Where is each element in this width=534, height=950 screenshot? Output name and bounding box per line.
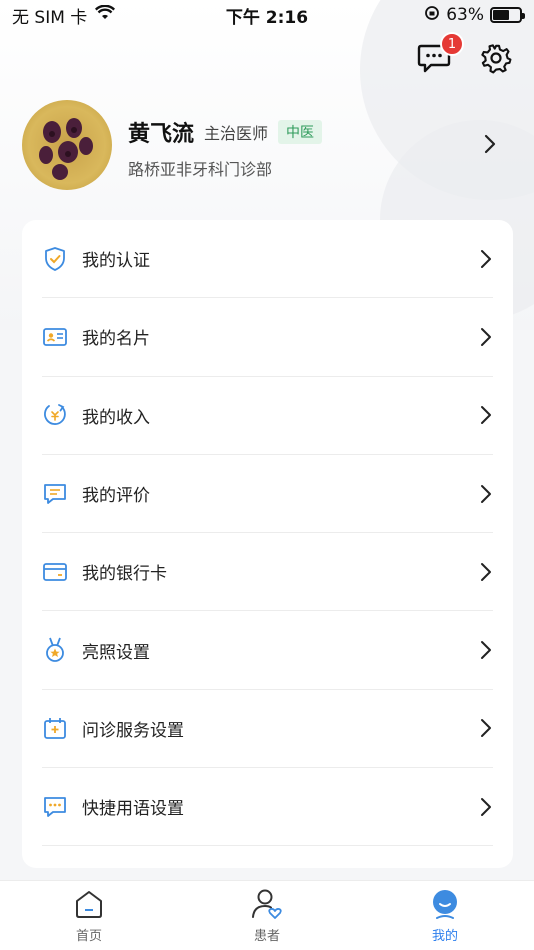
carrier-label: 无 SIM 卡: [12, 7, 88, 28]
menu-item-reviews[interactable]: 我的评价: [42, 455, 493, 534]
id-card-icon: [42, 324, 68, 350]
chevron-right-icon: [481, 719, 491, 738]
menu-item-consult-service-settings[interactable]: 问诊服务设置: [42, 690, 493, 769]
menu-card: 我的认证 我的名片 我的收入 我的评价 我的银行卡 亮照设置 问诊服务设置 快捷…: [22, 220, 513, 868]
tab-label: 我的: [431, 929, 458, 944]
chevron-right-icon: [481, 327, 491, 346]
specialty-tag: 中医: [278, 120, 323, 144]
clinic-name: 路桥亚非牙科门诊部: [128, 160, 273, 179]
chevron-right-icon: [481, 406, 491, 425]
chevron-right-icon: [481, 249, 491, 268]
tab-label: 首页: [75, 929, 102, 944]
menu-item-income[interactable]: 我的收入: [42, 377, 493, 455]
consult-service-icon: [42, 715, 68, 741]
menu-item-quick-phrase-settings[interactable]: 快捷用语设置: [42, 768, 493, 847]
status-bar: 无 SIM 卡 下午 2:16 63%: [0, 0, 534, 30]
wifi-icon: [95, 4, 116, 26]
shield-check-icon: [42, 246, 68, 272]
comment-icon: [42, 481, 68, 507]
avatar[interactable]: [22, 100, 112, 190]
patient-icon: [250, 887, 284, 921]
menu-item-business-card[interactable]: 我的名片: [42, 298, 493, 377]
battery-icon: [490, 7, 525, 23]
home-icon: [72, 887, 106, 921]
menu-item-label: 问诊服务设置: [82, 720, 184, 741]
doctor-name: 黄飞流: [128, 122, 195, 147]
menu-item-label: 我的收入: [82, 407, 150, 428]
quick-phrase-icon: [42, 794, 68, 820]
chevron-right-icon: [484, 134, 496, 154]
tab-me[interactable]: 我的: [385, 887, 505, 944]
messages-button[interactable]: 1: [416, 32, 464, 76]
gear-icon: [481, 44, 512, 74]
tab-patients[interactable]: 患者: [207, 887, 327, 944]
menu-item-license-display[interactable]: 亮照设置: [42, 611, 493, 690]
medal-icon: [42, 637, 68, 663]
menu-item-label: 我的名片: [82, 329, 150, 350]
income-icon: [42, 402, 68, 428]
chevron-right-icon: [481, 562, 491, 581]
bank-card-icon: [42, 559, 68, 585]
tab-home[interactable]: 首页: [29, 887, 149, 944]
menu-item-label: 我的认证: [82, 251, 150, 272]
message-badge: 1: [440, 32, 464, 56]
menu-item-label: 快捷用语设置: [82, 799, 184, 820]
chevron-right-icon: [481, 641, 491, 660]
me-icon: [428, 887, 462, 921]
tab-label: 患者: [253, 929, 280, 944]
menu-item-certification[interactable]: 我的认证: [42, 220, 493, 299]
chevron-right-icon: [481, 484, 491, 503]
rotation-lock-icon: [424, 5, 440, 26]
menu-item-label: 我的评价: [82, 486, 150, 507]
menu-item-label: 我的银行卡: [82, 564, 167, 585]
battery-percent: 63%: [446, 5, 484, 25]
menu-item-bank-card[interactable]: 我的银行卡: [42, 533, 493, 612]
chevron-right-icon: [481, 797, 491, 816]
menu-item-label: 亮照设置: [82, 642, 150, 663]
profile-header[interactable]: 黄飞流 主治医师 中医 路桥亚非牙科门诊部: [22, 100, 512, 190]
settings-button[interactable]: [478, 40, 514, 76]
bottom-tab-bar: 首页 患者 我的: [0, 880, 534, 950]
doctor-title: 主治医师: [204, 124, 269, 143]
